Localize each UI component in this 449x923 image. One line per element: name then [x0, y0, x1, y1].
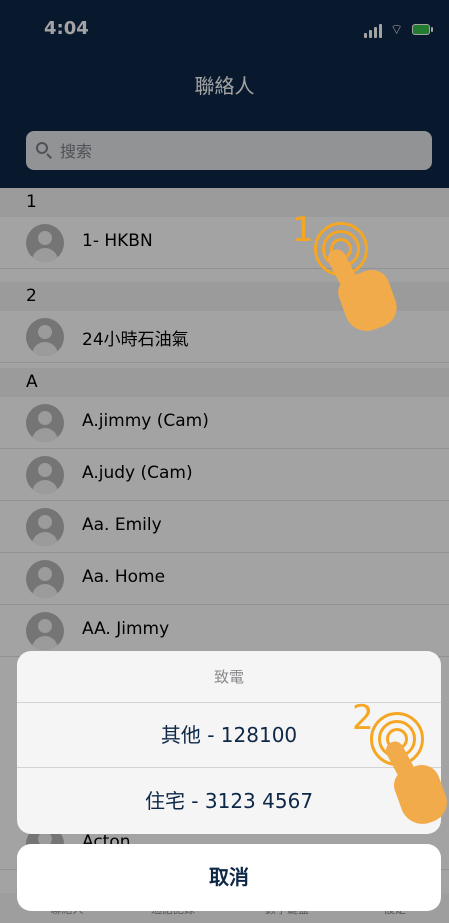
action-sheet-title: 致電: [17, 651, 441, 703]
cancel-button[interactable]: 取消: [17, 844, 441, 911]
call-home-number-button[interactable]: 住宅 - 3123 4567: [17, 769, 441, 834]
step-number: 1: [292, 210, 314, 250]
